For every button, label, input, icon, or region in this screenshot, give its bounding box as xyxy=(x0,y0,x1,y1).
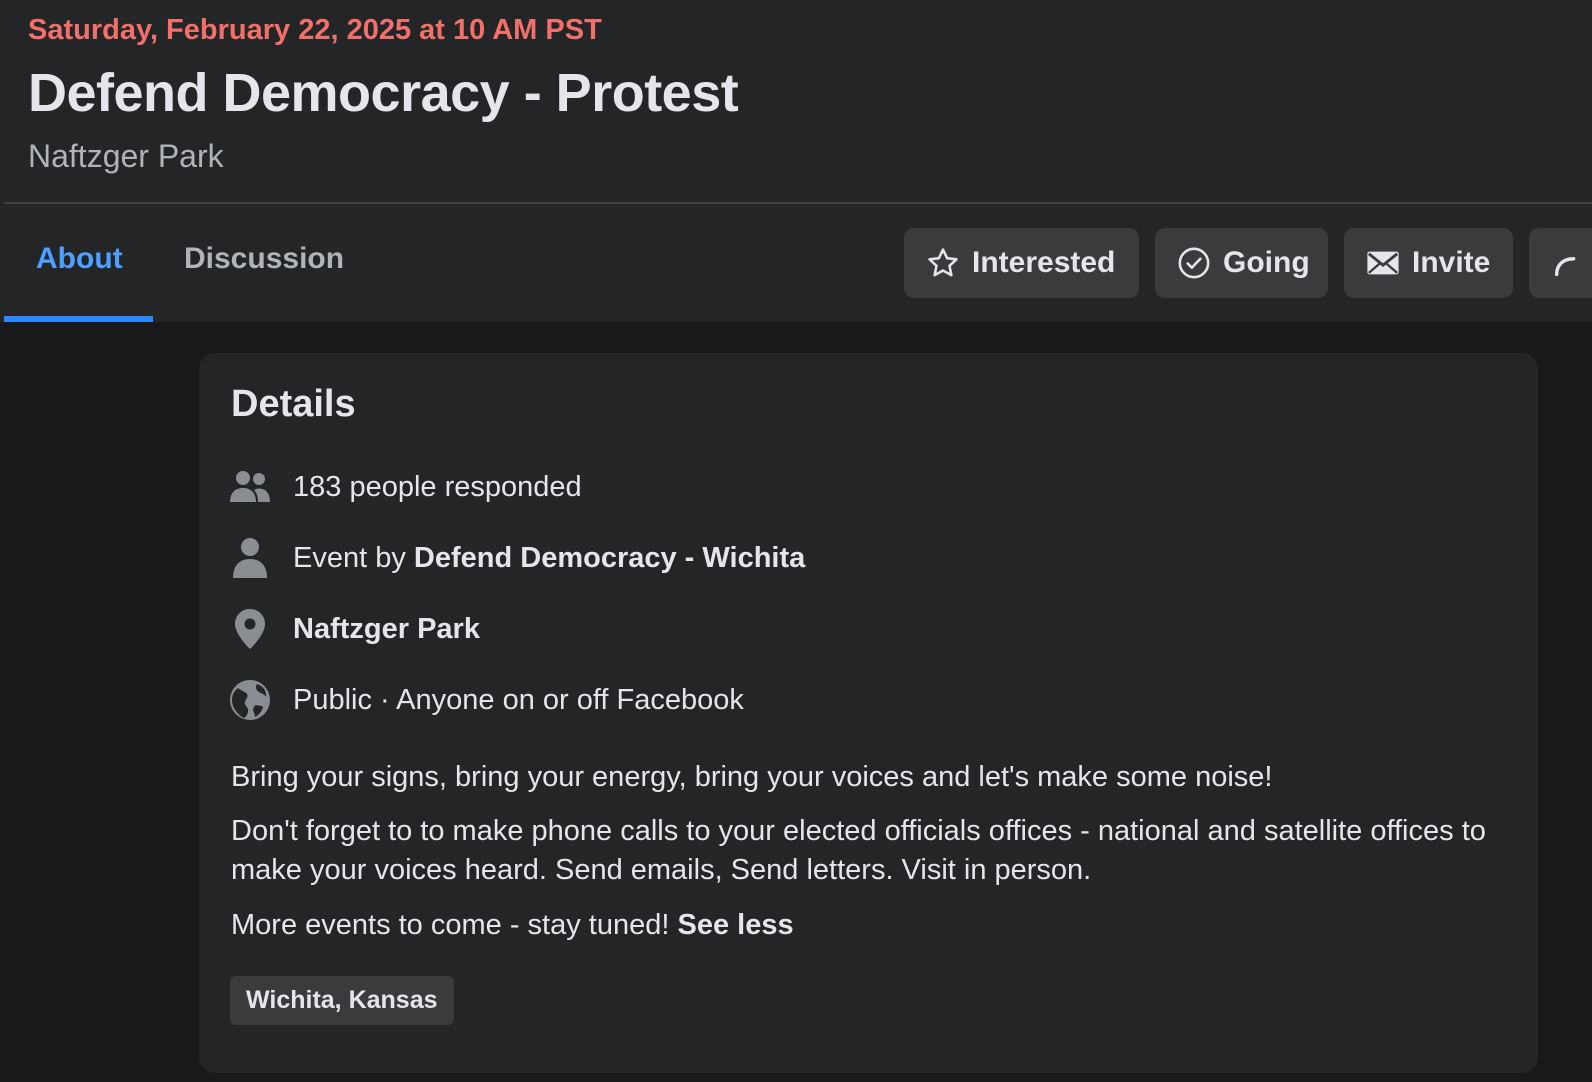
star-icon xyxy=(928,248,958,277)
invite-button[interactable]: Invite xyxy=(1344,228,1513,298)
privacy-row: Public · Anyone on or off Facebook xyxy=(229,678,744,722)
globe-icon xyxy=(229,679,271,721)
interested-label: Interested xyxy=(972,246,1116,279)
location-tag[interactable]: Wichita, Kansas xyxy=(230,976,454,1025)
interested-button[interactable]: Interested xyxy=(904,228,1139,298)
check-circle-icon xyxy=(1178,247,1210,279)
event-host-row: Event by Defend Democracy - Wichita xyxy=(229,536,805,580)
description-paragraph-3-text: More events to come - stay tuned! xyxy=(231,909,678,941)
going-label: Going xyxy=(1223,246,1310,279)
envelope-icon xyxy=(1367,251,1399,275)
see-less-link[interactable]: See less xyxy=(677,909,793,941)
privacy-text: Public · Anyone on or off Facebook xyxy=(293,683,744,716)
description-paragraph-2: Don't forget to to make phone calls to y… xyxy=(231,815,1486,886)
event-title: Defend Democracy - Protest xyxy=(28,63,739,123)
going-button[interactable]: Going xyxy=(1155,228,1328,298)
person-icon xyxy=(229,537,271,579)
place-name[interactable]: Naftzger Park xyxy=(293,613,480,646)
tab-bar: About Discussion Interested Going Invite xyxy=(0,204,1592,322)
active-tab-indicator xyxy=(4,316,153,322)
details-title: Details xyxy=(231,383,356,425)
responded-text: 183 people responded xyxy=(293,470,582,503)
event-host-link[interactable]: Defend Democracy - Wichita xyxy=(414,542,805,575)
location-pin-icon xyxy=(229,608,271,650)
invite-label: Invite xyxy=(1412,246,1491,279)
description-paragraph-1: Bring your signs, bring your energy, bri… xyxy=(231,761,1273,793)
share-icon xyxy=(1554,257,1576,277)
event-date: Saturday, February 22, 2025 at 10 AM PST xyxy=(28,14,602,46)
details-card: Details 183 people responded Event by De… xyxy=(199,353,1538,1073)
event-by-prefix: Event by xyxy=(293,541,414,574)
tab-about[interactable]: About xyxy=(36,242,123,276)
event-location[interactable]: Naftzger Park xyxy=(28,138,224,175)
tab-discussion[interactable]: Discussion xyxy=(184,242,344,276)
description-paragraph-3: More events to come - stay tuned! See le… xyxy=(231,906,1501,945)
place-row[interactable]: Naftzger Park xyxy=(229,607,480,651)
event-header: Saturday, February 22, 2025 at 10 AM PST… xyxy=(0,0,1592,204)
people-icon xyxy=(229,466,271,508)
responded-row[interactable]: 183 people responded xyxy=(229,465,582,509)
share-button[interactable] xyxy=(1529,228,1592,298)
